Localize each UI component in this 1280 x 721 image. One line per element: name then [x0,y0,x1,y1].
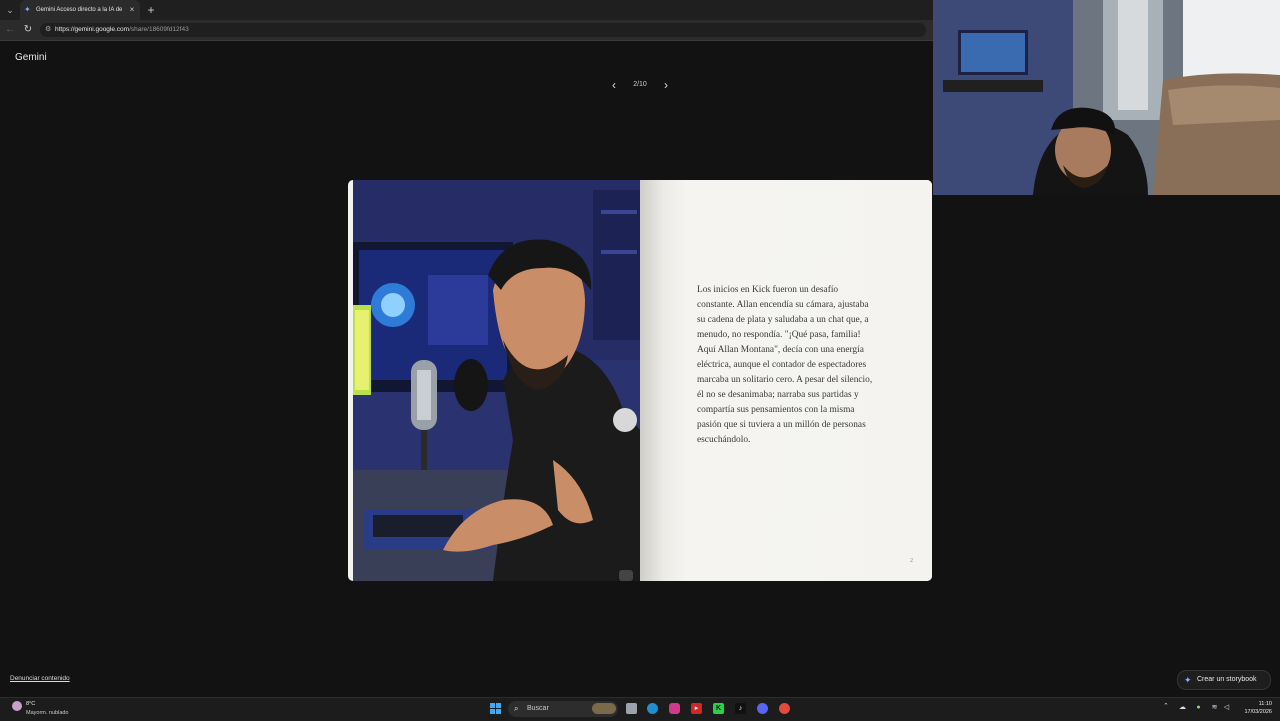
gemini-logo-text[interactable]: Gemini [15,52,47,63]
search-placeholder: Buscar [527,705,549,712]
page-number: 2 [910,558,913,564]
file-explorer-icon[interactable] [626,703,637,714]
edge-icon[interactable] [647,703,658,714]
youtube-icon[interactable]: ▸ [691,703,702,714]
weather-condition: Mayorm. nublado [26,710,69,716]
windows-start-icon[interactable] [490,703,501,714]
widget-thumbnail-icon[interactable] [592,703,616,714]
chrome-icon[interactable] [779,703,790,714]
tiktok-icon[interactable]: ♪ [735,703,746,714]
url-text: https://gemini.google.com/share/18609fd1… [55,23,189,37]
url-path: /share/18609fd12f43 [129,26,189,33]
weather-icon[interactable] [12,701,22,711]
tray-overflow-chevron-icon[interactable]: ⌃ [1163,702,1169,710]
back-arrow-icon[interactable]: ← [4,23,16,37]
gemini-favicon-icon: ✦ [24,5,31,14]
clock-time: 11:10 [1258,701,1272,707]
volume-icon[interactable]: ◁ [1222,702,1231,713]
browser-tab[interactable]: ✦ Gemini Acceso directo a la IA de Googl… [20,0,140,20]
page-content: Gemini ‹ 2/10 › Los inicios en Kick fuer… [0,41,933,694]
tab-strip: ⌄ ✦ Gemini Acceso directo a la IA de Goo… [0,0,933,20]
site-info-icon[interactable]: ⚙ [45,23,53,37]
address-bar[interactable]: ⚙ https://gemini.google.com/share/18609f… [40,23,926,37]
tab-close-icon[interactable]: × [127,0,137,20]
report-content-link[interactable]: Denunciar contenido [10,675,70,682]
search-icon: ⌕ [514,704,519,713]
create-storybook-button[interactable]: ✦ Crear un storybook [1177,670,1271,690]
previous-page-chevron-icon[interactable]: ‹ [607,78,621,92]
story-text: Los inicios en Kick fueron un desafío co… [697,285,873,445]
streamer-illustration [353,180,640,581]
instagram-icon[interactable] [669,703,680,714]
page-indicator: 2/10 [633,81,647,88]
microphone-icon[interactable]: ● [1194,702,1203,713]
storybook: Los inicios en Kick fueron un desafío co… [348,180,932,581]
url-host: https://gemini.google.com [55,26,130,33]
next-page-chevron-icon[interactable]: › [659,78,673,92]
create-storybook-label: Crear un storybook [1197,676,1257,683]
tab-list-chevron-icon[interactable]: ⌄ [3,3,17,17]
webcam-overlay [933,0,1280,195]
discord-icon[interactable] [757,703,768,714]
system-clock[interactable]: 11:10 17/03/2026 [1236,700,1272,716]
new-tab-button[interactable]: + [144,2,158,18]
weather-temperature: 8°C [26,701,36,707]
text-page: Los inicios en Kick fueron un desafío co… [640,180,932,581]
onedrive-cloud-icon[interactable]: ☁ [1178,702,1187,713]
clock-date: 17/03/2026 [1244,709,1272,715]
reload-icon[interactable]: ↻ [22,23,34,37]
wifi-icon[interactable]: ≋ [1210,702,1219,713]
tab-title: Gemini Acceso directo a la IA de Google [36,7,124,13]
taskbar: 8°C Mayorm. nublado ⌕ Buscar ▸ K ♪ ⌃ ☁ ●… [0,697,1280,721]
kick-icon[interactable]: K [713,703,724,714]
sparkle-icon: ✦ [1184,675,1192,685]
browser-toolbar: ← ↻ ⚙ https://gemini.google.com/share/18… [0,20,933,41]
